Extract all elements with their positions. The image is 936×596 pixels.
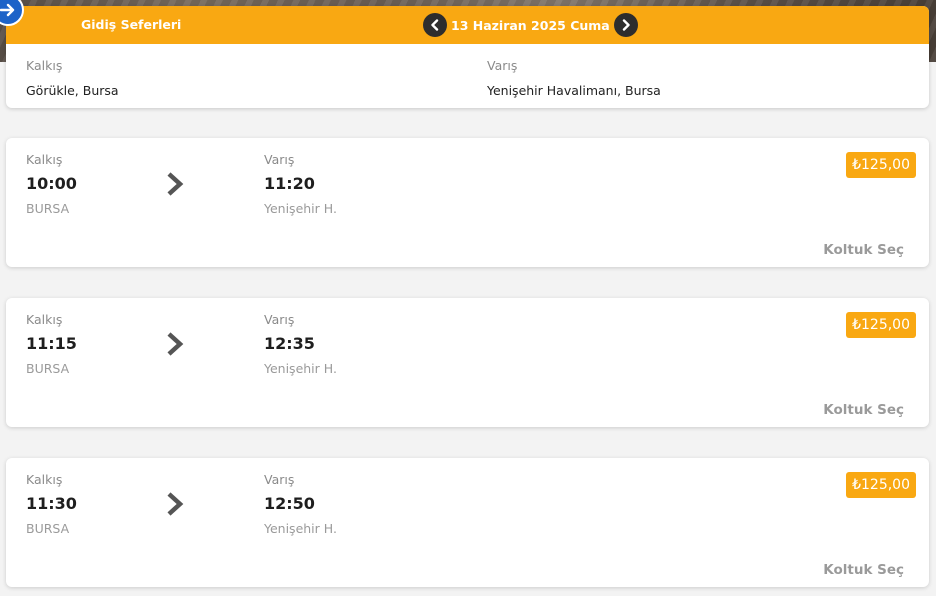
route-summary-card: Gidiş Seferleri 13 Haziran 2025 Cuma Kal… bbox=[6, 6, 929, 108]
arrival-place: Yenişehir H. bbox=[264, 201, 337, 216]
arrival-label: Varış bbox=[264, 312, 295, 327]
select-seat-button[interactable]: Koltuk Seç bbox=[823, 562, 904, 578]
route-origin: Kalkış Görükle, Bursa bbox=[26, 58, 119, 98]
arrival-time: 12:35 bbox=[264, 334, 315, 353]
selected-date: 13 Haziran 2025 Cuma bbox=[451, 17, 610, 33]
price-badge: ₺125,00 bbox=[846, 312, 916, 338]
chevron-right-icon bbox=[167, 172, 184, 196]
select-seat-button[interactable]: Koltuk Seç bbox=[823, 402, 904, 418]
origin-label: Kalkış bbox=[26, 58, 63, 73]
price-badge: ₺125,00 bbox=[846, 152, 916, 178]
departure-time: 10:00 bbox=[26, 174, 77, 193]
departure-place: BURSA bbox=[26, 201, 70, 216]
page-title: Gidiş Seferleri bbox=[81, 17, 182, 32]
arrival-label: Varış bbox=[264, 472, 295, 487]
date-navigator: 13 Haziran 2025 Cuma bbox=[423, 13, 638, 37]
trip-card[interactable]: Kalkış 10:00 BURSA Varış 11:20 Yenişehir… bbox=[6, 138, 929, 267]
trip-card[interactable]: Kalkış 11:15 BURSA Varış 12:35 Yenişehir… bbox=[6, 298, 929, 427]
chevron-right-icon bbox=[167, 492, 184, 516]
chevron-left-icon bbox=[431, 19, 439, 31]
select-seat-button[interactable]: Koltuk Seç bbox=[823, 242, 904, 258]
destination-value: Yenişehir Havalimanı, Bursa bbox=[487, 83, 661, 98]
departure-place: BURSA bbox=[26, 521, 70, 536]
departure-label: Kalkış bbox=[26, 152, 63, 167]
arrival-place: Yenişehir H. bbox=[264, 521, 337, 536]
destination-label: Varış bbox=[487, 58, 518, 73]
arrival-place: Yenişehir H. bbox=[264, 361, 337, 376]
next-date-button[interactable] bbox=[613, 13, 638, 37]
departure-time: 11:15 bbox=[26, 334, 77, 353]
departure-place: BURSA bbox=[26, 361, 70, 376]
departure-label: Kalkış bbox=[26, 312, 63, 327]
price-badge: ₺125,00 bbox=[846, 472, 916, 498]
arrival-label: Varış bbox=[264, 152, 295, 167]
departure-label: Kalkış bbox=[26, 472, 63, 487]
departure-time: 11:30 bbox=[26, 494, 77, 513]
arrow-right-icon bbox=[0, 3, 15, 17]
route-destination: Varış Yenişehir Havalimanı, Bursa bbox=[487, 58, 661, 98]
header-bar: Gidiş Seferleri 13 Haziran 2025 Cuma bbox=[6, 6, 929, 44]
origin-value: Görükle, Bursa bbox=[26, 83, 119, 98]
chevron-right-icon bbox=[167, 332, 184, 356]
trip-card[interactable]: Kalkış 11:30 BURSA Varış 12:50 Yenişehir… bbox=[6, 458, 929, 587]
arrival-time: 11:20 bbox=[264, 174, 315, 193]
arrival-time: 12:50 bbox=[264, 494, 315, 513]
chevron-right-icon bbox=[622, 19, 630, 31]
prev-date-button[interactable] bbox=[423, 13, 447, 37]
